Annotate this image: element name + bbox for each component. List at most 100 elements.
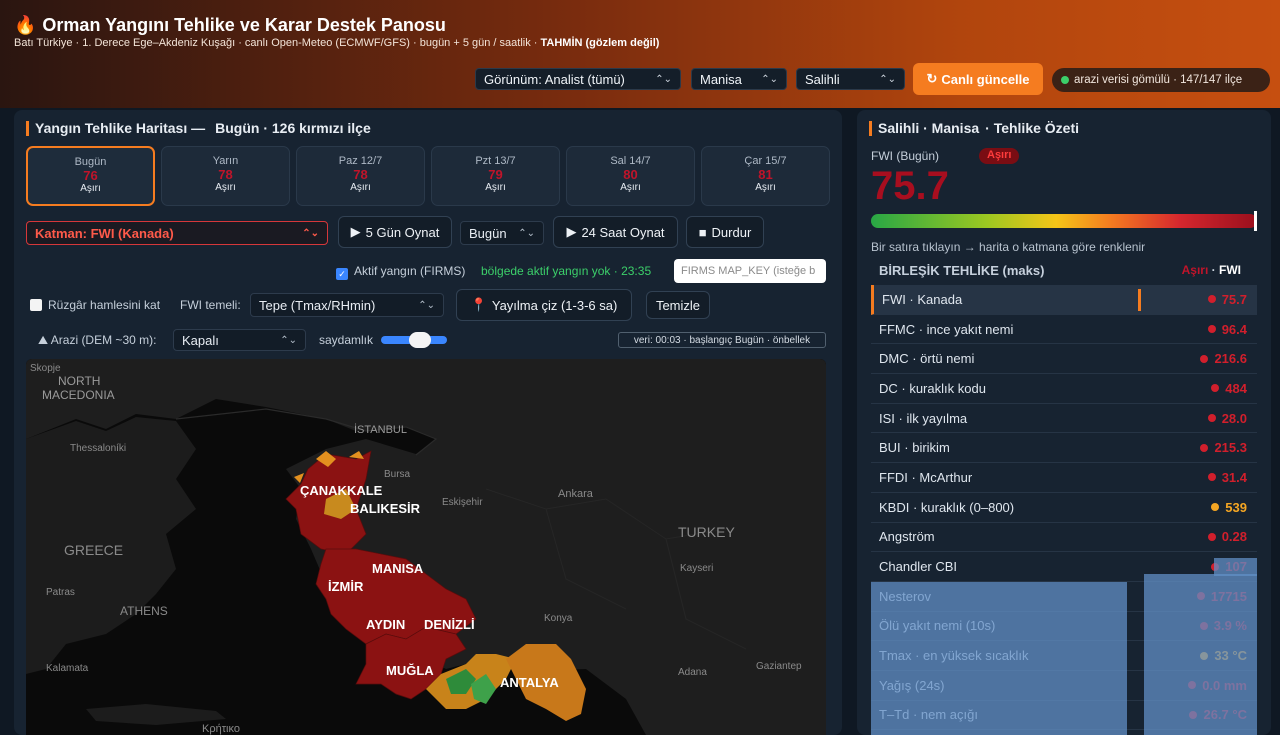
index-value: 484	[1211, 381, 1247, 396]
fwi-danger-scale	[871, 211, 1257, 231]
map-canvas[interactable]: NORTH MACEDONIA Skopje Thessaloníki GREE…	[26, 359, 826, 735]
fwi-class-badge: Aşırı	[979, 148, 1020, 164]
index-label: FFMC · ince yakıt nemi	[879, 321, 1014, 337]
severity-dot-icon	[1207, 532, 1216, 541]
app-subtitle: Batı Türkiye · 1. Derece Ege–Akdeniz Kuş…	[14, 37, 660, 49]
label-izmir[interactable]: İZMİR	[328, 579, 364, 594]
summary-panel-title: Salihli · Manisa · Tehlike Özeti	[869, 120, 1079, 136]
index-value: 75.7	[1207, 292, 1247, 307]
label-patras: Patras	[46, 587, 75, 598]
fwi-today-label: FWI (Bugün)	[871, 149, 940, 163]
summary-panel: Salihli · Manisa · Tehlike Özeti FWI (Bu…	[857, 110, 1271, 735]
status-dot-icon	[1061, 76, 1069, 84]
danger-index-row[interactable]: DMC · örtü nemi 216.6	[871, 344, 1257, 375]
index-value: 216.6	[1200, 351, 1247, 366]
index-label: ISI · ilk yayılma	[879, 410, 968, 426]
play-icon: ▶	[566, 224, 577, 239]
label-ankara: Ankara	[558, 488, 594, 500]
index-label: Angström	[879, 529, 935, 545]
day-tab-0[interactable]: Bugün 76 Aşırı	[26, 146, 155, 206]
index-value: 215.3	[1200, 440, 1247, 455]
refresh-icon: ↻	[926, 71, 938, 86]
stop-icon: ■	[698, 224, 707, 240]
label-kalamata: Kalamata	[46, 663, 89, 674]
flame-icon: 🔥	[14, 15, 37, 35]
label-manisa[interactable]: MANISA	[372, 561, 424, 576]
play-5-day-button[interactable]: ▶ 5 Gün Oynat	[338, 216, 452, 248]
chevron-updown-icon: ⌃⌄	[280, 334, 297, 346]
danger-index-row[interactable]: FWI · Kanada 75.7	[871, 285, 1257, 315]
day-tab-4[interactable]: Sal 14/7 80 Aşırı	[566, 146, 695, 206]
map-panel: Yangın Tehlike Haritası — Bugün · 126 kı…	[14, 110, 842, 735]
label-balikesir[interactable]: BALIKESİR	[350, 501, 421, 516]
severity-dot-icon	[1207, 295, 1216, 304]
combined-danger-title: BİRLEŞİK TEHLİKE (maks)	[879, 263, 1045, 278]
district-select[interactable]: Salihli ⌃⌄	[796, 68, 905, 90]
opacity-slider[interactable]	[381, 332, 447, 348]
label-adana: Adana	[678, 667, 707, 678]
day-tab-5[interactable]: Çar 15/7 81 Aşırı	[701, 146, 830, 206]
danger-index-row[interactable]: ISI · ilk yayılma 28.0	[871, 404, 1257, 434]
index-value: 539	[1211, 500, 1247, 515]
severity-dot-icon	[1211, 384, 1220, 393]
danger-index-row[interactable]: KBDI · kuraklık (0–800) 539	[871, 493, 1257, 523]
clear-button[interactable]: Temizle	[646, 291, 710, 319]
slider-thumb[interactable]	[409, 332, 431, 348]
label-denizli[interactable]: DENİZLİ	[424, 617, 475, 632]
firms-key-input[interactable]: FIRMS MAP_KEY (isteğe b	[674, 259, 826, 283]
label-antalya[interactable]: ANTALYA	[500, 675, 559, 690]
refresh-button[interactable]: ↻ Canlı güncelle	[913, 63, 1043, 95]
index-value: 31.4	[1207, 470, 1247, 485]
forecast-day-tabs: Bugün 76 Aşırı Yarın 78 Aşırı Paz 12/7 7…	[26, 146, 830, 206]
opacity-label: saydamlık	[319, 333, 374, 347]
index-label: Chandler CBI	[879, 559, 958, 575]
terrain-select[interactable]: Kapalı ⌃⌄	[173, 329, 306, 351]
fwi-base-select[interactable]: Tepe (Tmax/RHmin) ⌃⌄	[250, 293, 444, 317]
accent-bar	[869, 120, 872, 136]
day-tab-2[interactable]: Paz 12/7 78 Aşırı	[296, 146, 425, 206]
label-canakkale[interactable]: ÇANAKKALE	[300, 483, 383, 498]
view-select[interactable]: Görünüm: Analist (tümü) ⌃⌄	[475, 68, 681, 90]
fwi-value: 75.7	[871, 164, 949, 208]
danger-index-row[interactable]: BUI · birikim 215.3	[871, 433, 1257, 464]
firms-toggle[interactable]: ✓ Aktif yangın (FIRMS)	[336, 264, 465, 280]
label-crete: Κρήτικο	[202, 723, 240, 735]
label-mugla[interactable]: MUĞLA	[386, 663, 434, 678]
draw-spread-button[interactable]: 📍 Yayılma çiz (1-3-6 sa)	[456, 289, 632, 321]
label-istanbul: İSTANBUL	[354, 423, 407, 436]
day-tab-3[interactable]: Pzt 13/7 79 Aşırı	[431, 146, 560, 206]
stop-button[interactable]: ■ Durdur	[686, 216, 764, 248]
checkbox-checked-icon[interactable]: ✓	[336, 268, 348, 280]
label-bursa: Bursa	[384, 469, 411, 480]
label-skopje: Skopje	[30, 363, 61, 374]
combined-danger-class: Aşırı · FWI	[1181, 263, 1241, 277]
layer-select[interactable]: Katman: FWI (Kanada) ⌃⌄	[26, 221, 328, 245]
row-click-hint: Bir satıra tıklayın → harita o katmana g…	[871, 240, 1146, 254]
play-24-hour-button[interactable]: ▶ 24 Saat Oynat	[553, 216, 678, 248]
day-tab-1[interactable]: Yarın 78 Aşırı	[161, 146, 290, 206]
text-selection-highlight-top	[1214, 558, 1257, 576]
chevron-updown-icon: ⌃⌄	[302, 227, 319, 239]
terrain-status-badge: arazi verisi gömülü · 147/147 ilçe	[1052, 68, 1270, 92]
label-greece: GREECE	[64, 542, 123, 558]
checkbox-unchecked-icon[interactable]	[30, 299, 42, 311]
index-label: DMC · örtü nemi	[879, 351, 975, 367]
danger-index-row[interactable]: FFDI · McArthur 31.4	[871, 463, 1257, 493]
danger-index-row[interactable]: Angström 0.28	[871, 523, 1257, 553]
severity-dot-icon	[1211, 503, 1220, 512]
terrain-label: ⛰ Arazi (DEM ~30 m):	[38, 333, 157, 347]
province-select[interactable]: Manisa ⌃⌄	[691, 68, 787, 90]
chevron-updown-icon: ⌃⌄	[655, 73, 672, 85]
fire-danger-map[interactable]: NORTH MACEDONIA Skopje Thessaloníki GREE…	[26, 359, 826, 735]
wind-gust-toggle[interactable]: Rüzgâr hamlesini kat	[30, 298, 160, 312]
index-value: 96.4	[1207, 322, 1247, 337]
danger-index-row[interactable]: DC · kuraklık kodu 484	[871, 374, 1257, 404]
selected-row-marker	[1138, 289, 1141, 311]
severity-dot-icon	[1207, 414, 1216, 423]
index-label: KBDI · kuraklık (0–800)	[879, 499, 1015, 515]
index-value: 0.28	[1207, 529, 1247, 544]
day-select[interactable]: Bugün ⌃⌄	[460, 221, 544, 245]
danger-index-row[interactable]: FFMC · ince yakıt nemi 96.4	[871, 315, 1257, 345]
text-selection-highlight-values	[1144, 574, 1257, 735]
label-aydin[interactable]: AYDIN	[366, 617, 405, 632]
